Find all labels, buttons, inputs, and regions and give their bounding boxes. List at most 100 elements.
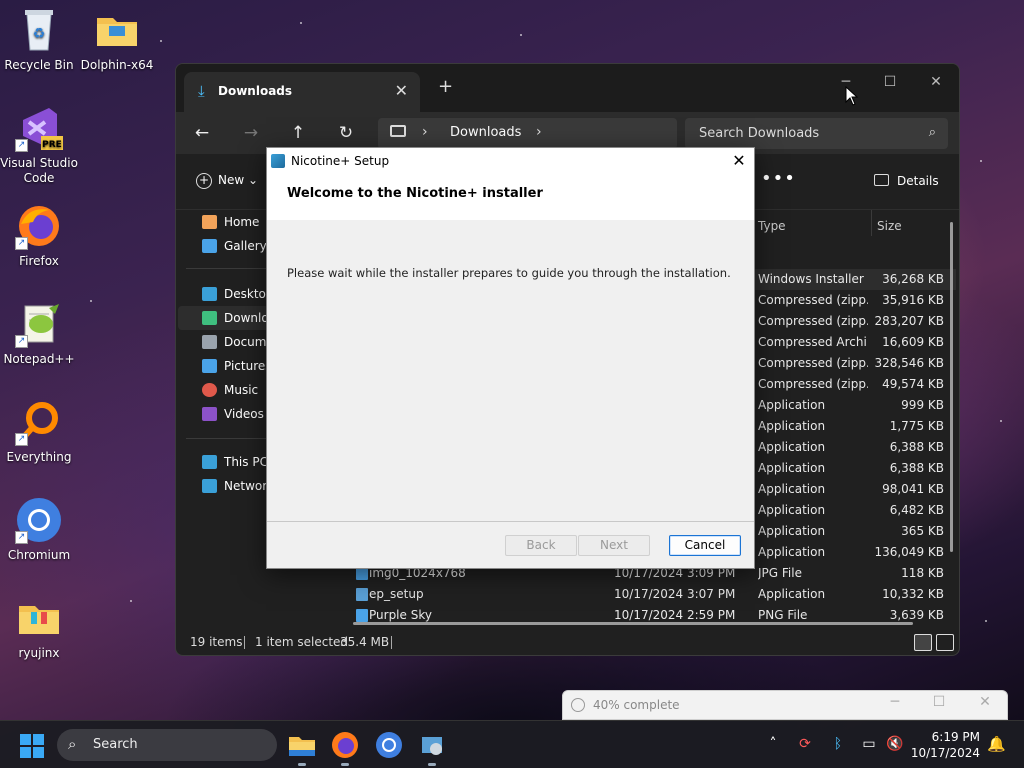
dialog-heading: Welcome to the Nicotine+ installer [287, 186, 543, 201]
minimize-button[interactable]: ─ [875, 694, 915, 710]
file-size: 283,207 KB [874, 314, 944, 328]
close-tab-icon[interactable]: ✕ [395, 81, 408, 100]
chevron-right-icon[interactable]: › [536, 124, 542, 140]
chevron-up-icon[interactable]: ˄ [764, 735, 782, 753]
setup-dialog[interactable]: Nicotine+ Setup ✕ Welcome to the Nicotin… [266, 147, 755, 569]
file-size: 36,268 KB [882, 272, 944, 286]
pictures-icon [202, 359, 217, 373]
close-window-button[interactable]: ✕ [913, 68, 959, 96]
file-date: 10/17/2024 3:07 PM [614, 587, 736, 601]
search-input[interactable]: Search Downloads ⌕ [685, 118, 948, 149]
taskbar-file-explorer[interactable] [286, 729, 318, 766]
firefox-icon: ↗ [15, 202, 63, 250]
selection-size: 35.4 MB [340, 635, 390, 649]
dialog-title-bar: Nicotine+ Setup ✕ [267, 148, 754, 174]
refresh-icon[interactable]: ↻ [332, 120, 360, 146]
svg-text:PRE: PRE [42, 140, 62, 150]
start-button[interactable] [20, 734, 44, 758]
file-type: Compressed Archi... [758, 335, 868, 349]
vscode-icon: PRE ↗ [15, 104, 63, 152]
this-pc-icon [202, 455, 217, 469]
taskbar-search-input[interactable]: ⌕ Search [57, 729, 277, 761]
file-size: 16,609 KB [882, 335, 944, 349]
desktop-icon-ryujinx[interactable]: ryujinx [0, 594, 78, 661]
vertical-scrollbar[interactable] [950, 222, 953, 552]
column-header-size[interactable]: Size [877, 210, 902, 242]
taskbar-firefox[interactable] [329, 729, 361, 766]
dialog-message: Please wait while the installer prepares… [287, 266, 731, 280]
desktop-icon-vscode[interactable]: PRE ↗ Visual Studio Code [0, 104, 78, 186]
file-size: 35,916 KB [882, 293, 944, 307]
file-type: Compressed (zipp... [758, 356, 868, 370]
details-pane-icon [874, 174, 889, 186]
plus-icon: + [196, 173, 212, 189]
file-type: Application [758, 524, 826, 538]
desktop-icon-firefox[interactable]: ↗ Firefox [0, 202, 78, 269]
mouse-cursor-icon [845, 86, 859, 106]
tab-bar: ⤓ Downloads ✕ + ─ ☐ ✕ [176, 64, 959, 112]
windows-logo-icon [20, 734, 31, 745]
file-size: 49,574 KB [882, 377, 944, 391]
desktop-folder-icon [202, 287, 217, 301]
file-type: JPG File [758, 566, 802, 580]
file-type: Application [758, 545, 826, 559]
taskbar-installer[interactable] [416, 729, 448, 766]
bluetooth-icon[interactable]: ᛒ [829, 735, 847, 753]
details-view-icon[interactable] [914, 634, 932, 651]
file-size: 136,049 KB [874, 545, 944, 559]
file-type: Application [758, 440, 826, 454]
gallery-icon [202, 239, 217, 253]
network-icon[interactable]: ▭ [860, 735, 878, 753]
cancel-button[interactable]: Cancel [669, 535, 741, 556]
next-button[interactable]: Next [578, 535, 650, 556]
forward-arrow-icon[interactable]: → [237, 120, 265, 146]
file-size: 365 KB [901, 524, 944, 538]
new-tab-button[interactable]: + [438, 76, 453, 97]
file-type: Application [758, 398, 826, 412]
maximize-button[interactable]: ☐ [919, 694, 959, 710]
close-button[interactable]: ✕ [965, 694, 1005, 710]
file-row[interactable]: ep_setup 10/17/2024 3:07 PM Application 10,… [336, 584, 956, 605]
details-pane-button[interactable]: Details [874, 174, 939, 188]
network-icon [202, 479, 217, 493]
shortcut-arrow-icon: ↗ [15, 139, 28, 152]
back-arrow-icon[interactable]: ← [188, 120, 216, 146]
status-bar: 19 items 1 item selected 35.4 MB [176, 629, 959, 655]
maximize-button[interactable]: ☐ [867, 68, 913, 96]
desktop-icon-dolphin[interactable]: Dolphin-x64 [78, 6, 156, 73]
selection-count: 1 item selected [255, 635, 349, 649]
desktop-icon-notepad-plus-plus[interactable]: ↗ Notepad++ [0, 300, 78, 367]
breadcrumb[interactable]: Downloads [450, 125, 521, 140]
file-type: Windows Installer ... [758, 272, 868, 286]
taskbar-chromium[interactable] [373, 729, 405, 761]
up-arrow-icon[interactable]: ↑ [284, 120, 312, 146]
sync-icon[interactable]: ⟳ [796, 735, 814, 753]
desktop-icon-recycle-bin[interactable]: ♻ Recycle Bin [0, 6, 78, 73]
volume-muted-icon[interactable]: 🔇 [886, 735, 904, 753]
progress-text: 40% complete [593, 698, 680, 712]
tab-downloads[interactable]: ⤓ Downloads ✕ [184, 72, 420, 112]
progress-window[interactable]: 40% complete ─ ☐ ✕ [562, 690, 1008, 720]
tiles-view-icon[interactable] [936, 634, 954, 651]
column-header-type[interactable]: Type [758, 210, 786, 242]
more-options-button[interactable]: ••• [761, 168, 796, 189]
this-pc-icon [390, 125, 406, 137]
file-name: ep_setup [369, 587, 424, 601]
back-button[interactable]: Back [505, 535, 577, 556]
file-type: Application [758, 482, 826, 496]
file-size: 10,332 KB [882, 587, 944, 601]
chevron-right-icon[interactable]: › [422, 124, 428, 140]
horizontal-scrollbar[interactable] [353, 622, 913, 625]
close-icon[interactable]: ✕ [730, 148, 748, 174]
new-button[interactable]: + New ⌄ [196, 173, 258, 189]
file-size: 118 KB [901, 566, 944, 580]
notification-bell-icon[interactable]: 🔔 [987, 735, 1006, 753]
desktop-icon-chromium[interactable]: ↗ Chromium [0, 496, 78, 563]
dialog-header: Welcome to the Nicotine+ installer [267, 174, 754, 220]
file-size: 6,388 KB [889, 440, 944, 454]
address-bar[interactable]: › Downloads › [378, 118, 677, 149]
file-icon [356, 609, 368, 622]
desktop-icon-everything[interactable]: ↗ Everything [0, 398, 78, 465]
folder-icon [289, 737, 315, 756]
clock[interactable]: 6:19 PM 10/17/2024 [911, 729, 980, 761]
